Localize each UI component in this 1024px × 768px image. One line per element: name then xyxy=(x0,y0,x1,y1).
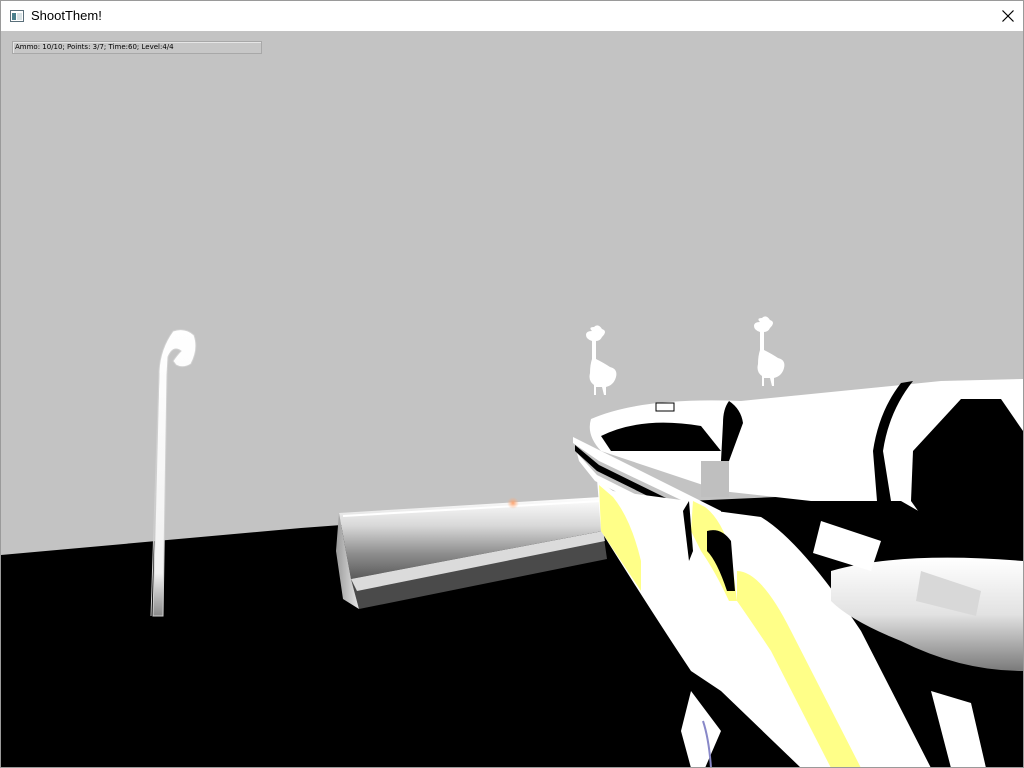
hud-status-panel: Ammo: 10/10; Points: 3/7; Time:60; Level… xyxy=(12,41,262,54)
hud-status-text: Ammo: 10/10; Points: 3/7; Time:60; Level… xyxy=(15,43,174,51)
game-viewport[interactable]: Ammo: 10/10; Points: 3/7; Time:60; Level… xyxy=(1,31,1023,768)
target-chicken[interactable] xyxy=(586,325,617,395)
close-button[interactable] xyxy=(993,1,1023,31)
game-scene[interactable] xyxy=(1,31,1023,768)
game-window: ShootThem! Ammo: 10/10; Points: 3/7; Tim… xyxy=(0,0,1024,768)
title-bar[interactable]: ShootThem! xyxy=(1,1,1023,31)
target-chicken[interactable] xyxy=(754,316,785,386)
close-icon xyxy=(1002,10,1014,22)
window-title: ShootThem! xyxy=(31,8,102,23)
app-window-icon xyxy=(10,10,24,22)
impact-flare xyxy=(507,497,519,509)
